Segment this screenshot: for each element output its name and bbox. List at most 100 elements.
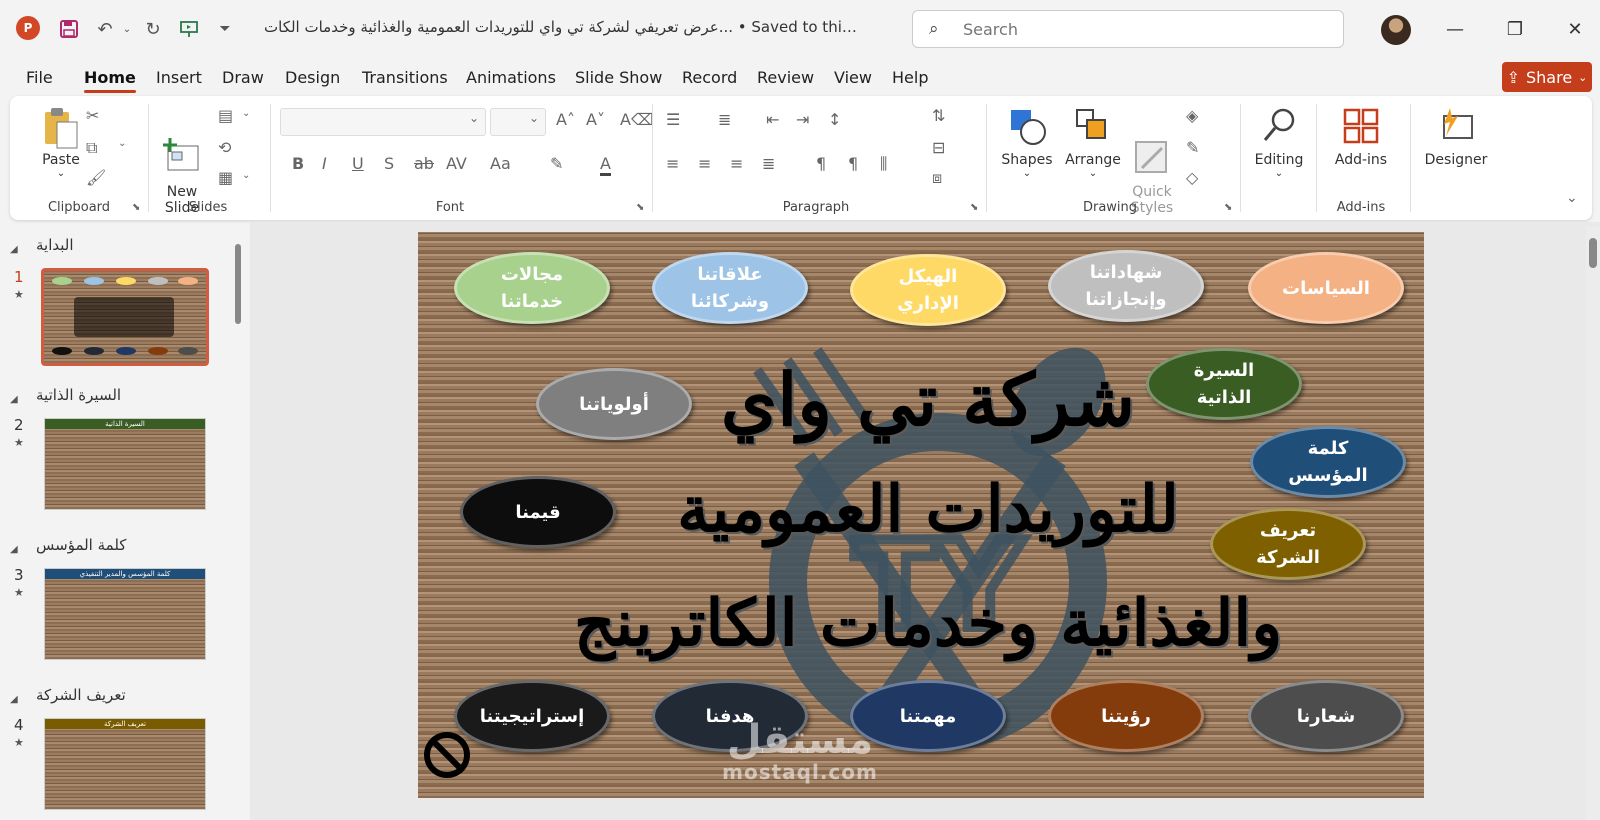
- bubble-relations-partners[interactable]: علاقاتنا وشركائنا: [652, 252, 808, 324]
- slide-thumbnail-4[interactable]: تعريف الشركة: [44, 718, 206, 810]
- section-name[interactable]: تعريف الشركة: [36, 686, 216, 704]
- convert-smartart-icon[interactable]: ⧈: [932, 168, 942, 188]
- search-input[interactable]: [963, 17, 1323, 41]
- tab-insert[interactable]: Insert: [156, 68, 202, 87]
- left-to-right-icon[interactable]: ¶: [816, 154, 826, 173]
- section-collapse-icon[interactable]: ◢: [10, 688, 26, 706]
- align-center-icon[interactable]: ≡: [698, 154, 711, 173]
- layout-dropdown-icon[interactable]: ⌄: [242, 108, 250, 119]
- editing-button[interactable]: Editing ⌄: [1246, 106, 1312, 179]
- bubble-service-areas[interactable]: مجالات خدماتنا: [454, 252, 610, 324]
- numbering-icon[interactable]: ≣: [718, 110, 731, 129]
- share-button[interactable]: ⇪ Share ⌄: [1502, 62, 1592, 92]
- align-right-icon[interactable]: ≡: [730, 154, 743, 173]
- customize-toolbar-icon[interactable]: ⏷: [212, 16, 238, 42]
- section-collapse-icon[interactable]: ◢: [10, 538, 26, 556]
- paste-button[interactable]: Paste ⌄: [30, 106, 92, 179]
- tab-animations[interactable]: Animations: [466, 68, 556, 87]
- designer-button[interactable]: Designer: [1416, 106, 1496, 168]
- tab-slide-show[interactable]: Slide Show: [575, 68, 662, 87]
- bubble-cv[interactable]: السيرة الذاتية: [1146, 348, 1302, 420]
- shape-fill-icon[interactable]: ◈: [1186, 106, 1198, 125]
- copy-icon[interactable]: ⧉: [86, 138, 97, 158]
- bubble-policies[interactable]: السياسات: [1248, 252, 1404, 324]
- font-size-dropdown[interactable]: [490, 108, 546, 136]
- copy-dropdown-icon[interactable]: ⌄: [118, 138, 126, 149]
- tab-draw[interactable]: Draw: [222, 68, 264, 87]
- bubble-values[interactable]: قيمنا: [460, 476, 616, 548]
- drawing-launcher-icon[interactable]: ⬊: [1224, 202, 1232, 213]
- cut-icon[interactable]: ✂: [86, 106, 99, 125]
- underline-icon[interactable]: U: [352, 154, 364, 173]
- close-icon[interactable]: ✕: [1560, 14, 1590, 44]
- slide-thumbnail-2[interactable]: السيرة الذاتية: [44, 418, 206, 510]
- clear-formatting-icon[interactable]: A⌫: [620, 110, 654, 129]
- bubble-priorities[interactable]: أولوياتنا: [536, 368, 692, 440]
- section-name[interactable]: البداية: [36, 236, 216, 254]
- line-spacing-icon[interactable]: ↕: [828, 110, 841, 129]
- layout-icon[interactable]: ▤: [218, 106, 233, 125]
- tab-view[interactable]: View: [834, 68, 872, 87]
- text-direction-icon[interactable]: ⇅: [932, 106, 945, 125]
- section-name[interactable]: كلمة المؤسس: [36, 536, 216, 554]
- present-from-beginning-icon[interactable]: [176, 16, 202, 42]
- search-box[interactable]: ⌕: [912, 10, 1344, 48]
- arrange-button[interactable]: Arrange ⌄: [1060, 106, 1126, 179]
- section-name[interactable]: السيرة الذاتية: [36, 386, 216, 404]
- tab-file[interactable]: File: [26, 68, 53, 87]
- current-slide[interactable]: TY شركة تي واي للتوريدات العمومية والغذا…: [418, 232, 1424, 798]
- strikethrough-icon[interactable]: ab: [414, 154, 434, 173]
- tab-home[interactable]: Home: [84, 68, 136, 93]
- increase-font-size-icon[interactable]: A˄: [556, 110, 575, 129]
- bubble-founder-word[interactable]: كلمة المؤسس: [1250, 426, 1406, 498]
- columns-icon[interactable]: ⫼: [880, 154, 887, 174]
- bubble-certificates[interactable]: شهاداتنا وإنجازاتنا: [1048, 250, 1204, 322]
- slide-thumbnail-3[interactable]: كلمة المؤسس والمدير التنفيذي: [44, 568, 206, 660]
- bubble-company-intro[interactable]: تعريف الشركة: [1210, 508, 1366, 580]
- tab-design[interactable]: Design: [285, 68, 340, 87]
- bubble-slogan[interactable]: شعارنا: [1248, 680, 1404, 752]
- right-to-left-icon[interactable]: ¶: [848, 154, 858, 173]
- shape-outline-icon[interactable]: ✎: [1186, 138, 1199, 157]
- highlight-icon[interactable]: ✎: [550, 154, 563, 173]
- restore-icon[interactable]: ❐: [1500, 14, 1530, 44]
- bold-icon[interactable]: B: [292, 154, 304, 173]
- font-launcher-icon[interactable]: ⬊: [636, 202, 644, 213]
- thumbnail-scrollbar[interactable]: [233, 232, 243, 802]
- align-text-icon[interactable]: ⊟: [932, 138, 945, 157]
- collapse-ribbon-icon[interactable]: ⌄: [1566, 190, 1578, 206]
- section-icon[interactable]: ▦: [218, 168, 233, 187]
- redo-icon[interactable]: ↻: [140, 16, 166, 42]
- minimize-icon[interactable]: —: [1440, 14, 1470, 44]
- font-family-dropdown[interactable]: [280, 108, 486, 136]
- tab-review[interactable]: Review: [757, 68, 814, 87]
- bubble-vision[interactable]: رؤيتنا: [1048, 680, 1204, 752]
- shapes-button[interactable]: Shapes ⌄: [994, 106, 1060, 179]
- text-shadow-icon[interactable]: S: [384, 154, 394, 173]
- slide-scrollbar[interactable]: [1586, 226, 1600, 820]
- tab-record[interactable]: Record: [682, 68, 737, 87]
- change-case-icon[interactable]: Aa: [490, 154, 511, 173]
- decrease-font-size-icon[interactable]: A˅: [586, 110, 605, 129]
- font-color-icon[interactable]: A: [600, 154, 611, 176]
- bubble-org-structure[interactable]: الهيكل الإداري: [850, 254, 1006, 326]
- section-collapse-icon[interactable]: ◢: [10, 238, 26, 256]
- user-avatar[interactable]: [1381, 15, 1411, 45]
- shape-effects-icon[interactable]: ◇: [1186, 168, 1198, 187]
- format-painter-icon[interactable]: 🖌: [86, 168, 106, 187]
- bubble-strategy[interactable]: إستراتيجيتنا: [454, 680, 610, 752]
- character-spacing-icon[interactable]: AV: [446, 154, 467, 173]
- tab-help[interactable]: Help: [892, 68, 928, 87]
- section-collapse-icon[interactable]: ◢: [10, 388, 26, 406]
- justify-icon[interactable]: ≣: [762, 154, 775, 173]
- tab-transitions[interactable]: Transitions: [362, 68, 448, 87]
- slide-thumbnail-1[interactable]: [41, 268, 209, 366]
- italic-icon[interactable]: I: [322, 154, 327, 173]
- section-dropdown-icon[interactable]: ⌄: [242, 170, 250, 181]
- bullets-icon[interactable]: ☰: [666, 110, 680, 129]
- reset-slide-icon[interactable]: ⟲: [218, 138, 231, 157]
- add-ins-button[interactable]: Add-ins: [1326, 106, 1396, 168]
- align-left-icon[interactable]: ≡: [666, 154, 679, 173]
- decrease-indent-icon[interactable]: ⇤: [766, 110, 779, 129]
- paragraph-launcher-icon[interactable]: ⬊: [970, 202, 978, 213]
